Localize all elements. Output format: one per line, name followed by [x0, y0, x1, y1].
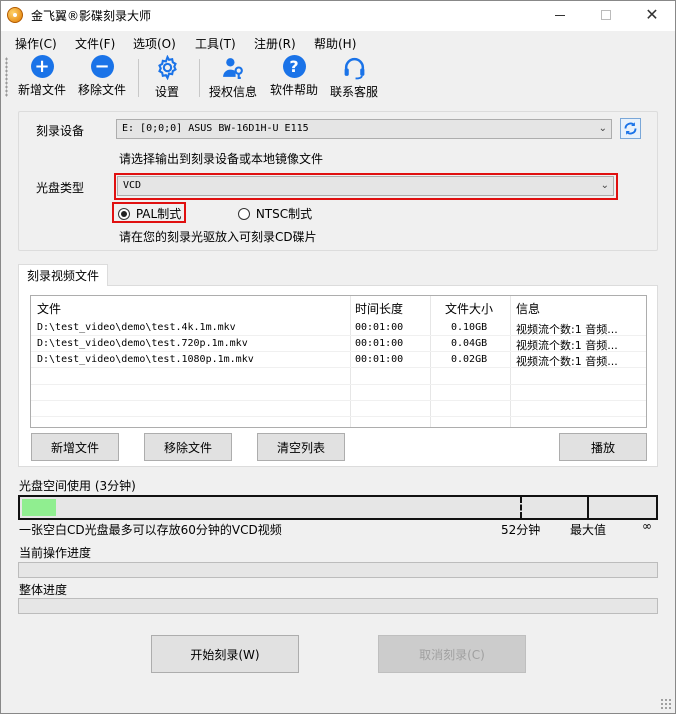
disk-mark-52min — [520, 497, 522, 518]
file-duration: 00:01:00 — [355, 354, 404, 365]
pal-radio[interactable]: PAL制式 — [118, 205, 181, 222]
headset-icon — [344, 58, 364, 80]
minimize-icon — [555, 14, 565, 16]
table-row[interactable]: D:\test_video\demo\test.720p.1m.mkv 00:0… — [31, 336, 646, 352]
tab-burn-video-files[interactable]: 刻录视频文件 — [18, 264, 108, 286]
gear-icon — [157, 55, 177, 80]
maximize-button — [583, 0, 629, 30]
key-user-icon — [222, 58, 243, 79]
table-row[interactable]: D:\test_video\demo\test.1080p.1m.mkv 00:… — [31, 352, 646, 368]
file-size: 0.04GB — [451, 338, 488, 349]
chevron-down-icon: ⌄ — [600, 180, 609, 191]
disc-type-value: VCD — [123, 180, 142, 191]
close-button[interactable]: ✕ — [629, 0, 675, 30]
disk-max-label: 最大值 — [570, 523, 607, 537]
disk-usage-bar — [18, 495, 658, 520]
disc-type-select[interactable]: VCD ⌄ — [117, 176, 614, 196]
file-size: 0.10GB — [451, 322, 488, 333]
plus-circle-icon: + — [30, 55, 54, 78]
resize-grip[interactable] — [660, 698, 672, 710]
file-list[interactable]: 文件 时间长度 文件大小 信息 D:\test_video\demo\test.… — [30, 295, 647, 428]
file-duration: 00:01:00 — [355, 338, 404, 349]
menu-operation[interactable]: 操作(C) — [15, 35, 57, 52]
overall-progress-bar — [18, 598, 658, 614]
device-select[interactable]: E: [0;0;0] ASUS BW-16D1H-U E115 ⌄ — [116, 119, 612, 139]
device-select-value: E: [0;0;0] ASUS BW-16D1H-U E115 — [122, 123, 309, 134]
chevron-down-icon: ⌄ — [598, 123, 607, 134]
row-divider — [31, 416, 646, 417]
toolbar-grip — [5, 57, 8, 97]
remove-file-toolbar-button[interactable]: − 移除文件 — [75, 55, 129, 101]
file-size: 0.02GB — [451, 354, 488, 365]
disc-type-label: 光盘类型 — [36, 181, 85, 195]
disk-infinity-label: ∞ — [642, 519, 652, 533]
license-toolbar-button[interactable]: 授权信息 — [206, 55, 260, 101]
remove-file-button[interactable]: 移除文件 — [144, 433, 232, 461]
cancel-burn-button[interactable]: 取消刻录(C) — [378, 635, 526, 673]
file-info: 视频流个数:1 音频... — [516, 355, 618, 368]
maximize-icon — [601, 10, 611, 20]
minus-circle-icon: − — [90, 55, 114, 78]
disk-usage-label: 光盘空间使用 (3分钟) — [19, 479, 136, 493]
clear-list-button[interactable]: 清空列表 — [257, 433, 345, 461]
add-file-button[interactable]: 新增文件 — [31, 433, 119, 461]
menu-bar: 操作(C) 文件(F) 选项(O) 工具(T) 注册(R) 帮助(H) — [0, 31, 676, 53]
settings-toolbar-button[interactable]: 设置 — [147, 55, 187, 101]
file-path: D:\test_video\demo\test.4k.1m.mkv — [37, 322, 236, 333]
support-toolbar-button[interactable]: 联系客服 — [327, 55, 381, 101]
disc-hint: 请在您的刻录光驱放入可刻录CD碟片 — [119, 230, 317, 244]
column-duration[interactable]: 时间长度 — [355, 300, 403, 317]
toolbar-separator — [199, 59, 200, 97]
help-toolbar-button[interactable]: ? 软件帮助 — [267, 55, 321, 101]
question-circle-icon: ? — [282, 55, 306, 78]
close-icon: ✕ — [645, 5, 659, 24]
refresh-icon — [624, 122, 637, 135]
column-size[interactable]: 文件大小 — [445, 300, 493, 317]
support-label: 联系客服 — [329, 85, 378, 99]
toolbar: + 新增文件 − 移除文件 设置 授权信息 ? 软件帮助 联系客服 — [0, 53, 676, 102]
ntsc-label: NTSC制式 — [255, 207, 313, 221]
add-file-toolbar-button[interactable]: + 新增文件 — [15, 55, 69, 101]
radio-selected-icon — [118, 207, 130, 220]
menu-tools[interactable]: 工具(T) — [195, 35, 236, 52]
start-burn-button[interactable]: 开始刻录(W) — [151, 635, 299, 673]
table-row[interactable]: D:\test_video\demo\test.4k.1m.mkv 00:01:… — [31, 320, 646, 336]
file-path: D:\test_video\demo\test.720p.1m.mkv — [37, 338, 248, 349]
column-file[interactable]: 文件 — [37, 300, 61, 317]
file-duration: 00:01:00 — [355, 322, 404, 333]
file-path: D:\test_video\demo\test.1080p.1m.mkv — [37, 354, 254, 365]
disk-usage-fill — [22, 499, 57, 516]
device-hint: 请选择输出到刻录设备或本地镜像文件 — [119, 152, 324, 166]
device-label: 刻录设备 — [36, 124, 85, 138]
row-divider — [31, 400, 646, 401]
help-label: 软件帮助 — [269, 83, 318, 97]
disk-capacity-note: 一张空白CD光盘最多可以存放60分钟的VCD视频 — [19, 523, 282, 537]
radio-unselected-icon — [238, 207, 250, 220]
minimize-button[interactable] — [537, 0, 583, 30]
ntsc-radio[interactable]: NTSC制式 — [238, 205, 312, 222]
file-info: 视频流个数:1 音频... — [516, 323, 618, 336]
settings-label: 设置 — [154, 85, 179, 99]
license-label: 授权信息 — [208, 85, 257, 99]
refresh-device-button[interactable] — [620, 118, 641, 139]
disk-mark-max — [587, 497, 589, 518]
file-info: 视频流个数:1 音频... — [516, 339, 618, 352]
app-logo-icon — [7, 7, 23, 23]
current-progress-bar — [18, 562, 658, 578]
row-divider — [31, 384, 646, 385]
overall-progress-label: 整体进度 — [19, 583, 68, 597]
pal-label: PAL制式 — [135, 207, 182, 221]
window-title: 金飞翼®影碟刻录大师 — [31, 9, 152, 23]
menu-register[interactable]: 注册(R) — [254, 35, 296, 52]
column-info[interactable]: 信息 — [516, 300, 540, 317]
current-progress-label: 当前操作进度 — [19, 546, 92, 560]
menu-options[interactable]: 选项(O) — [133, 35, 176, 52]
play-button[interactable]: 播放 — [559, 433, 647, 461]
menu-file[interactable]: 文件(F) — [75, 35, 115, 52]
menu-help[interactable]: 帮助(H) — [314, 35, 356, 52]
add-file-label: 新增文件 — [17, 83, 66, 97]
toolbar-separator — [138, 59, 139, 97]
disk-52min-label: 52分钟 — [501, 523, 541, 537]
remove-file-label: 移除文件 — [77, 83, 126, 97]
